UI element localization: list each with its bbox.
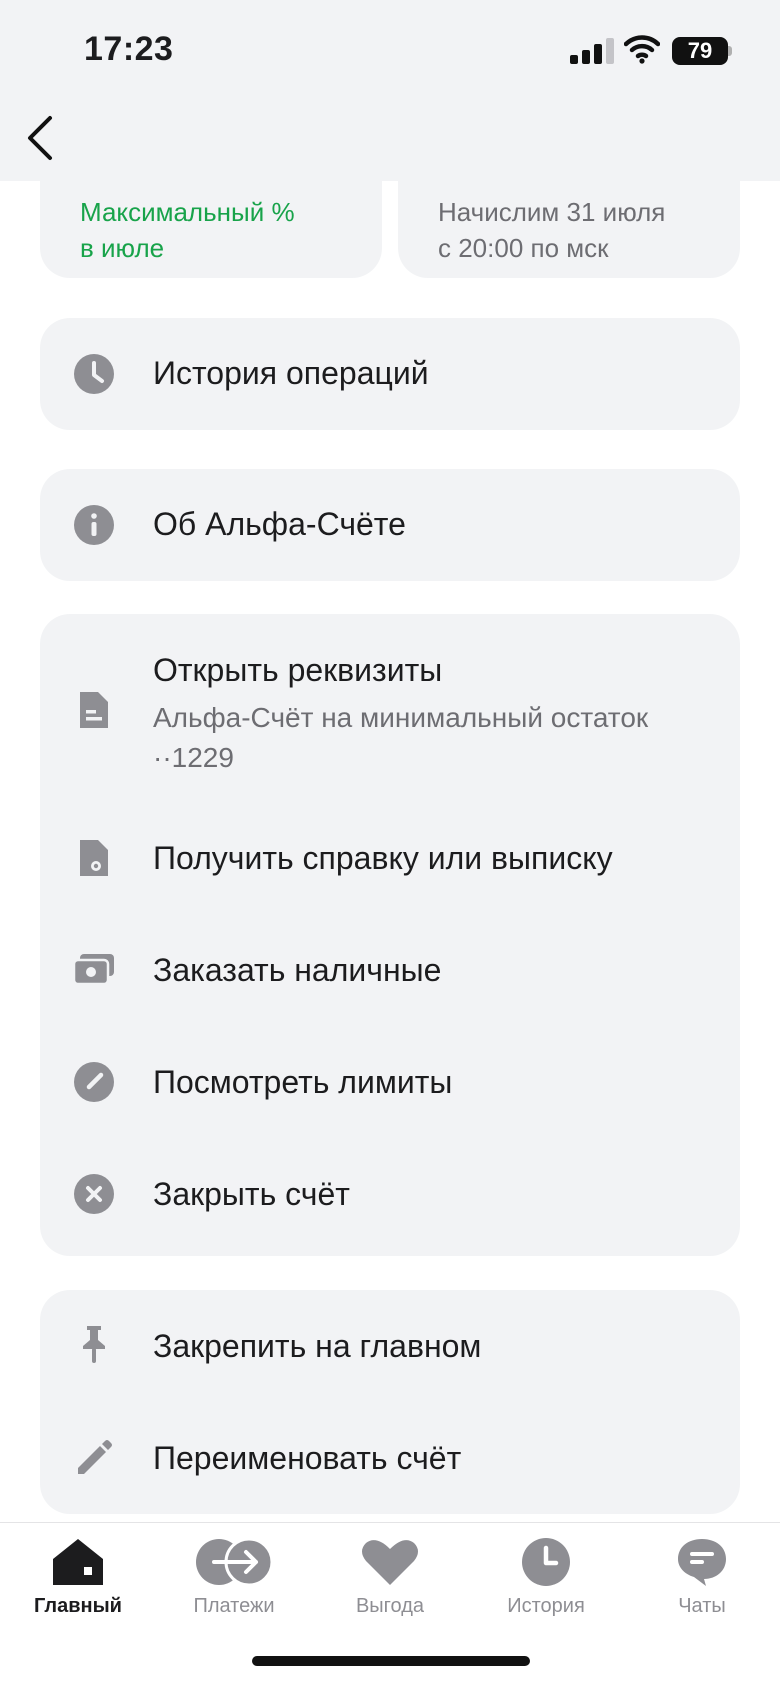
accrual-date-line1: Начислим 31 июля [438,197,666,227]
document-icon [80,692,108,728]
menu-item-cash[interactable]: Заказать наличные [40,924,740,1016]
menu-item-history[interactable]: История операций [40,318,740,430]
pencil-icon [78,1440,112,1474]
info-icon [74,505,114,545]
home-indicator [252,1656,530,1666]
battery-indicator: 79 [672,37,728,65]
tab-payments[interactable]: Платежи [164,1537,304,1618]
menu-item-label: Посмотреть лимиты [153,1064,453,1100]
menu-item-about[interactable]: Об Альфа-Счёте [40,469,740,581]
account-actions-card: Открыть реквизиты Альфа-Счёт на минималь… [40,614,740,1256]
tab-label: Выгода [355,1595,425,1617]
menu-item-pin[interactable]: Закрепить на главном [40,1290,740,1402]
status-time: 17:23 [84,30,174,68]
heart-icon [362,1540,418,1585]
menu-item-label: Об Альфа-Счёте [153,506,406,542]
tab-chats[interactable]: Чаты [632,1537,772,1618]
home-icon [53,1539,103,1585]
menu-item-label: История операций [153,355,429,391]
menu-item-close-account[interactable]: Закрыть счёт [40,1148,740,1240]
account-settings-card: Закрепить на главном Переименовать счёт [40,1290,740,1514]
back-arrow-icon[interactable] [20,114,60,162]
tab-label: Главный [34,1595,122,1617]
tab-home[interactable]: Главный [8,1537,148,1618]
document-stamp-icon [80,840,108,876]
max-percent-line2: в июле [80,233,165,263]
cash-icon [72,954,114,986]
menu-item-statement[interactable]: Получить справку или выписку [40,812,740,904]
history-clock-icon [522,1538,570,1586]
transfer-icon [196,1537,274,1587]
menu-item-label: Заказать наличные [153,952,442,988]
tab-label: История [507,1595,585,1617]
max-percent-line1: Максимальный % [80,197,295,227]
close-circle-icon [74,1174,114,1214]
menu-item-label: Закрепить на главном [153,1328,482,1364]
menu-item-rename[interactable]: Переименовать счёт [40,1402,740,1514]
tab-benefits[interactable]: Выгода [320,1537,460,1618]
tab-history[interactable]: История [476,1537,616,1618]
menu-item-label: Открыть реквизиты [153,652,443,688]
top-bar: 17:23 79 [0,0,780,181]
menu-item-label: Переименовать счёт [153,1440,462,1476]
tab-label: Чаты [678,1595,726,1617]
chat-bubble-icon [678,1539,726,1586]
clock-icon [74,354,114,394]
pin-icon [83,1326,105,1363]
menu-item-label: Получить справку или выписку [153,840,613,876]
account-name: Альфа-Счёт на минимальный остаток [153,702,649,733]
tab-label: Платежи [193,1595,275,1617]
accrual-date-line2: с 20:00 по мск [438,233,609,263]
battery-tip [728,46,732,56]
menu-item-label: Закрыть счёт [153,1176,350,1212]
menu-item-limits[interactable]: Посмотреть лимиты [40,1036,740,1128]
gauge-icon [74,1062,114,1102]
wifi-icon [624,35,660,64]
cellular-signal-icon [570,38,614,64]
menu-item-requisites[interactable]: Открыть реквизиты Альфа-Счёт на минималь… [40,614,740,794]
account-number: ··1229 [153,742,234,773]
history-card[interactable]: История операций [40,318,740,430]
about-card[interactable]: Об Альфа-Счёте [40,469,740,581]
